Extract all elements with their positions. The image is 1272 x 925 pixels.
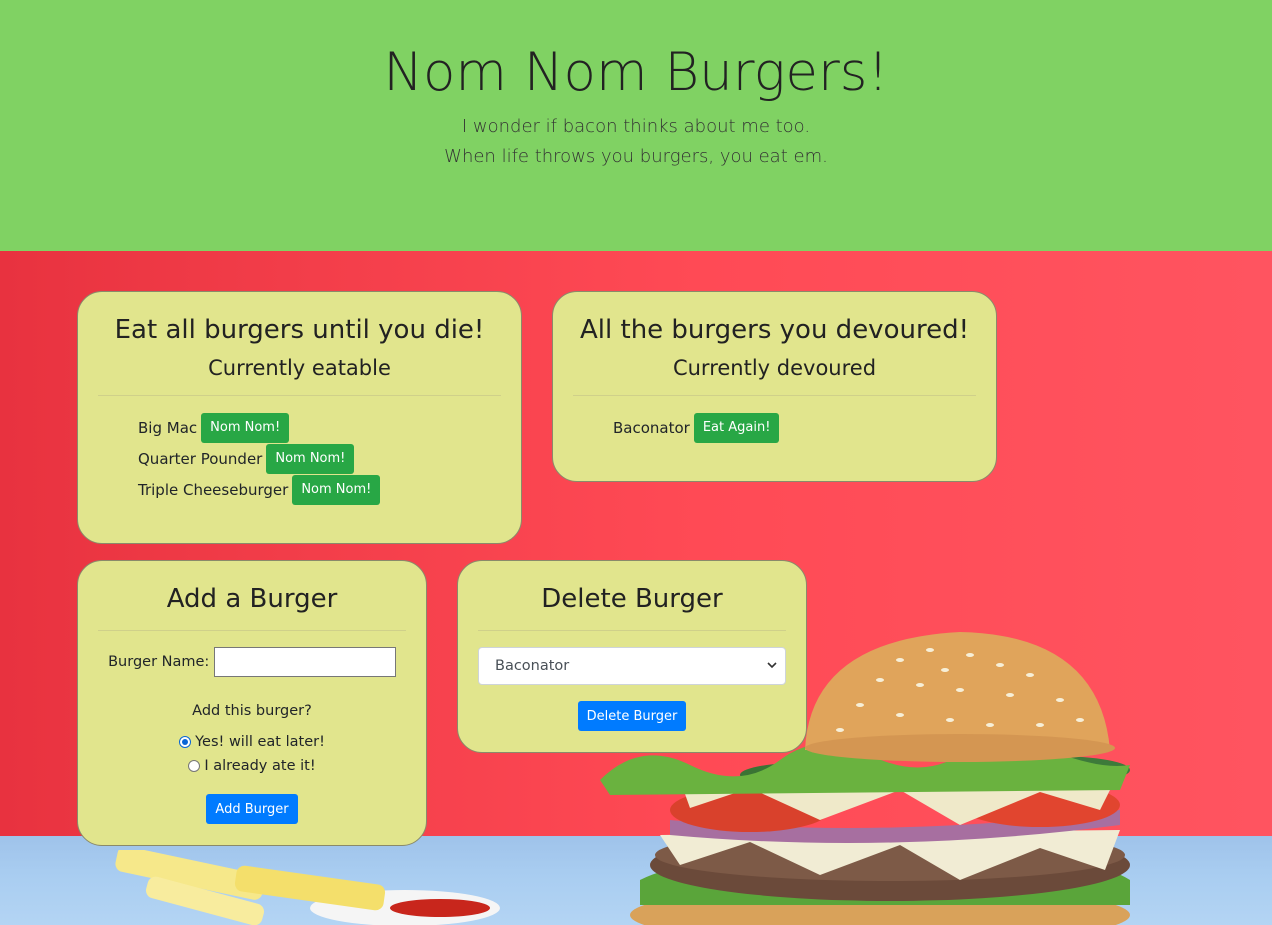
delete-burger-button[interactable]: Delete Burger	[577, 701, 687, 731]
burger-name-label: Burger Name:	[108, 654, 210, 670]
add-question: Add this burger?	[192, 703, 312, 719]
page-title: Nom Nom Burgers!	[383, 42, 889, 103]
divider	[98, 630, 406, 631]
nom-nom-button[interactable]: Nom Nom!	[292, 474, 381, 505]
eatable-burgers-card: Eat all burgers until you die! Currently…	[77, 291, 522, 544]
burger-name: Big Mac	[138, 418, 198, 437]
radio-already-ate[interactable]	[188, 760, 201, 772]
chevron-down-icon	[767, 662, 777, 669]
devoured-burger-list: Baconator Eat Again!	[613, 412, 996, 443]
delete-burger-select[interactable]: Baconator	[478, 647, 786, 685]
delete-burger-card: Delete Burger Baconator Delete Burger	[457, 560, 807, 753]
nom-nom-button[interactable]: Nom Nom!	[266, 443, 355, 474]
fries-image	[115, 850, 500, 925]
radio-eat-later-row[interactable]: Yes! will eat later!	[78, 730, 426, 754]
eatable-card-title: Eat all burgers until you die!	[114, 315, 485, 345]
add-burger-button[interactable]: Add Burger	[206, 794, 298, 824]
list-item: Big Mac Nom Nom!	[138, 412, 521, 443]
header-tagline-2: When life throws you burgers, you eat em…	[444, 146, 828, 167]
eat-again-button[interactable]: Eat Again!	[693, 412, 780, 443]
header-jumbotron: Nom Nom Burgers! I wonder if bacon think…	[0, 0, 1272, 251]
list-item: Baconator Eat Again!	[613, 412, 996, 443]
delete-burger-title: Delete Burger	[541, 584, 723, 614]
divider	[478, 630, 786, 631]
delete-button-row: Delete Burger	[458, 701, 806, 731]
add-burger-card: Add a Burger Burger Name: Add this burge…	[77, 560, 427, 846]
devoured-card-title: All the burgers you devoured!	[580, 315, 969, 345]
list-item: Triple Cheeseburger Nom Nom!	[138, 474, 521, 505]
burger-name: Triple Cheeseburger	[138, 480, 289, 499]
radio-eat-later[interactable]	[179, 736, 192, 748]
header-tagline-1: I wonder if bacon thinks about me too.	[461, 116, 811, 137]
nom-nom-button[interactable]: Nom Nom!	[201, 412, 290, 443]
eatable-burger-list: Big Mac Nom Nom! Quarter Pounder Nom Nom…	[138, 412, 521, 505]
burger-name: Quarter Pounder	[138, 449, 263, 468]
add-burger-title: Add a Burger	[166, 584, 338, 614]
burger-name-input[interactable]	[213, 647, 396, 677]
radio-already-ate-label[interactable]: I already ate it!	[204, 758, 315, 774]
select-value: Baconator	[495, 658, 570, 674]
burger-name: Baconator	[613, 418, 690, 437]
devoured-burgers-card: All the burgers you devoured! Currently …	[552, 291, 997, 482]
eatable-card-subtitle: Currently eatable	[208, 356, 391, 380]
devoured-card-subtitle: Currently devoured	[672, 356, 877, 380]
add-button-row: Add Burger	[78, 794, 426, 824]
radio-eat-later-label[interactable]: Yes! will eat later!	[195, 734, 325, 750]
burger-name-row: Burger Name:	[78, 647, 426, 677]
radio-already-ate-row[interactable]: I already ate it!	[78, 754, 426, 778]
divider	[98, 395, 501, 396]
divider	[573, 395, 976, 396]
list-item: Quarter Pounder Nom Nom!	[138, 443, 521, 474]
